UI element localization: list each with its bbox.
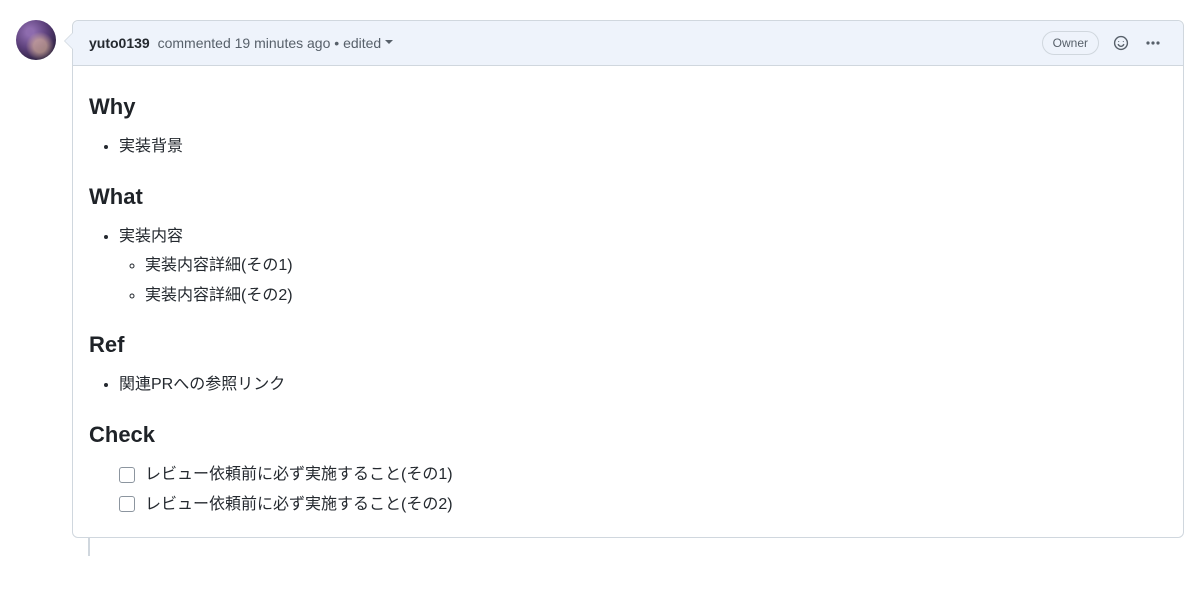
section-heading-what: What (89, 184, 1167, 210)
section-heading-check: Check (89, 422, 1167, 448)
list-item-label: 実装内容 (119, 228, 183, 245)
list-item: 実装背景 (119, 134, 1167, 160)
avatar[interactable] (16, 20, 56, 60)
owner-badge: Owner (1042, 31, 1099, 55)
kebab-menu-button[interactable] (1139, 29, 1167, 57)
timestamp-link[interactable]: 19 minutes ago (235, 35, 331, 51)
list-item: 実装内容 実装内容詳細(その1) 実装内容詳細(その2) (119, 224, 1167, 309)
comment-header: yuto0139 commented 19 minutes ago • edit… (73, 21, 1183, 66)
meta-commented: commented (154, 35, 235, 51)
comment-box: yuto0139 commented 19 minutes ago • edit… (72, 20, 1184, 538)
section-heading-ref: Ref (89, 332, 1167, 358)
task-checkbox[interactable] (119, 467, 135, 483)
edited-label[interactable]: edited (343, 35, 381, 51)
list-item: 実装内容詳細(その2) (145, 283, 1167, 309)
task-label: レビュー依頼前に必ず実施すること(その1) (145, 462, 453, 488)
task-label: レビュー依頼前に必ず実施すること(その2) (145, 492, 453, 518)
timeline-connector (88, 538, 90, 556)
task-checkbox[interactable] (119, 496, 135, 512)
caret-down-icon[interactable] (385, 40, 393, 44)
meta-sep: • (330, 35, 343, 51)
emoji-reaction-button[interactable] (1107, 29, 1135, 57)
list-item: 関連PRへの参照リンク (119, 372, 1167, 398)
task-item: レビュー依頼前に必ず実施すること(その1) (119, 462, 1167, 488)
comment-body: Why 実装背景 What 実装内容 実装内容詳細(その1) 実装内容詳細(その… (73, 66, 1183, 537)
task-item: レビュー依頼前に必ず実施すること(その2) (119, 492, 1167, 518)
list-item: 実装内容詳細(その1) (145, 253, 1167, 279)
section-heading-why: Why (89, 94, 1167, 120)
author-link[interactable]: yuto0139 (89, 35, 150, 51)
